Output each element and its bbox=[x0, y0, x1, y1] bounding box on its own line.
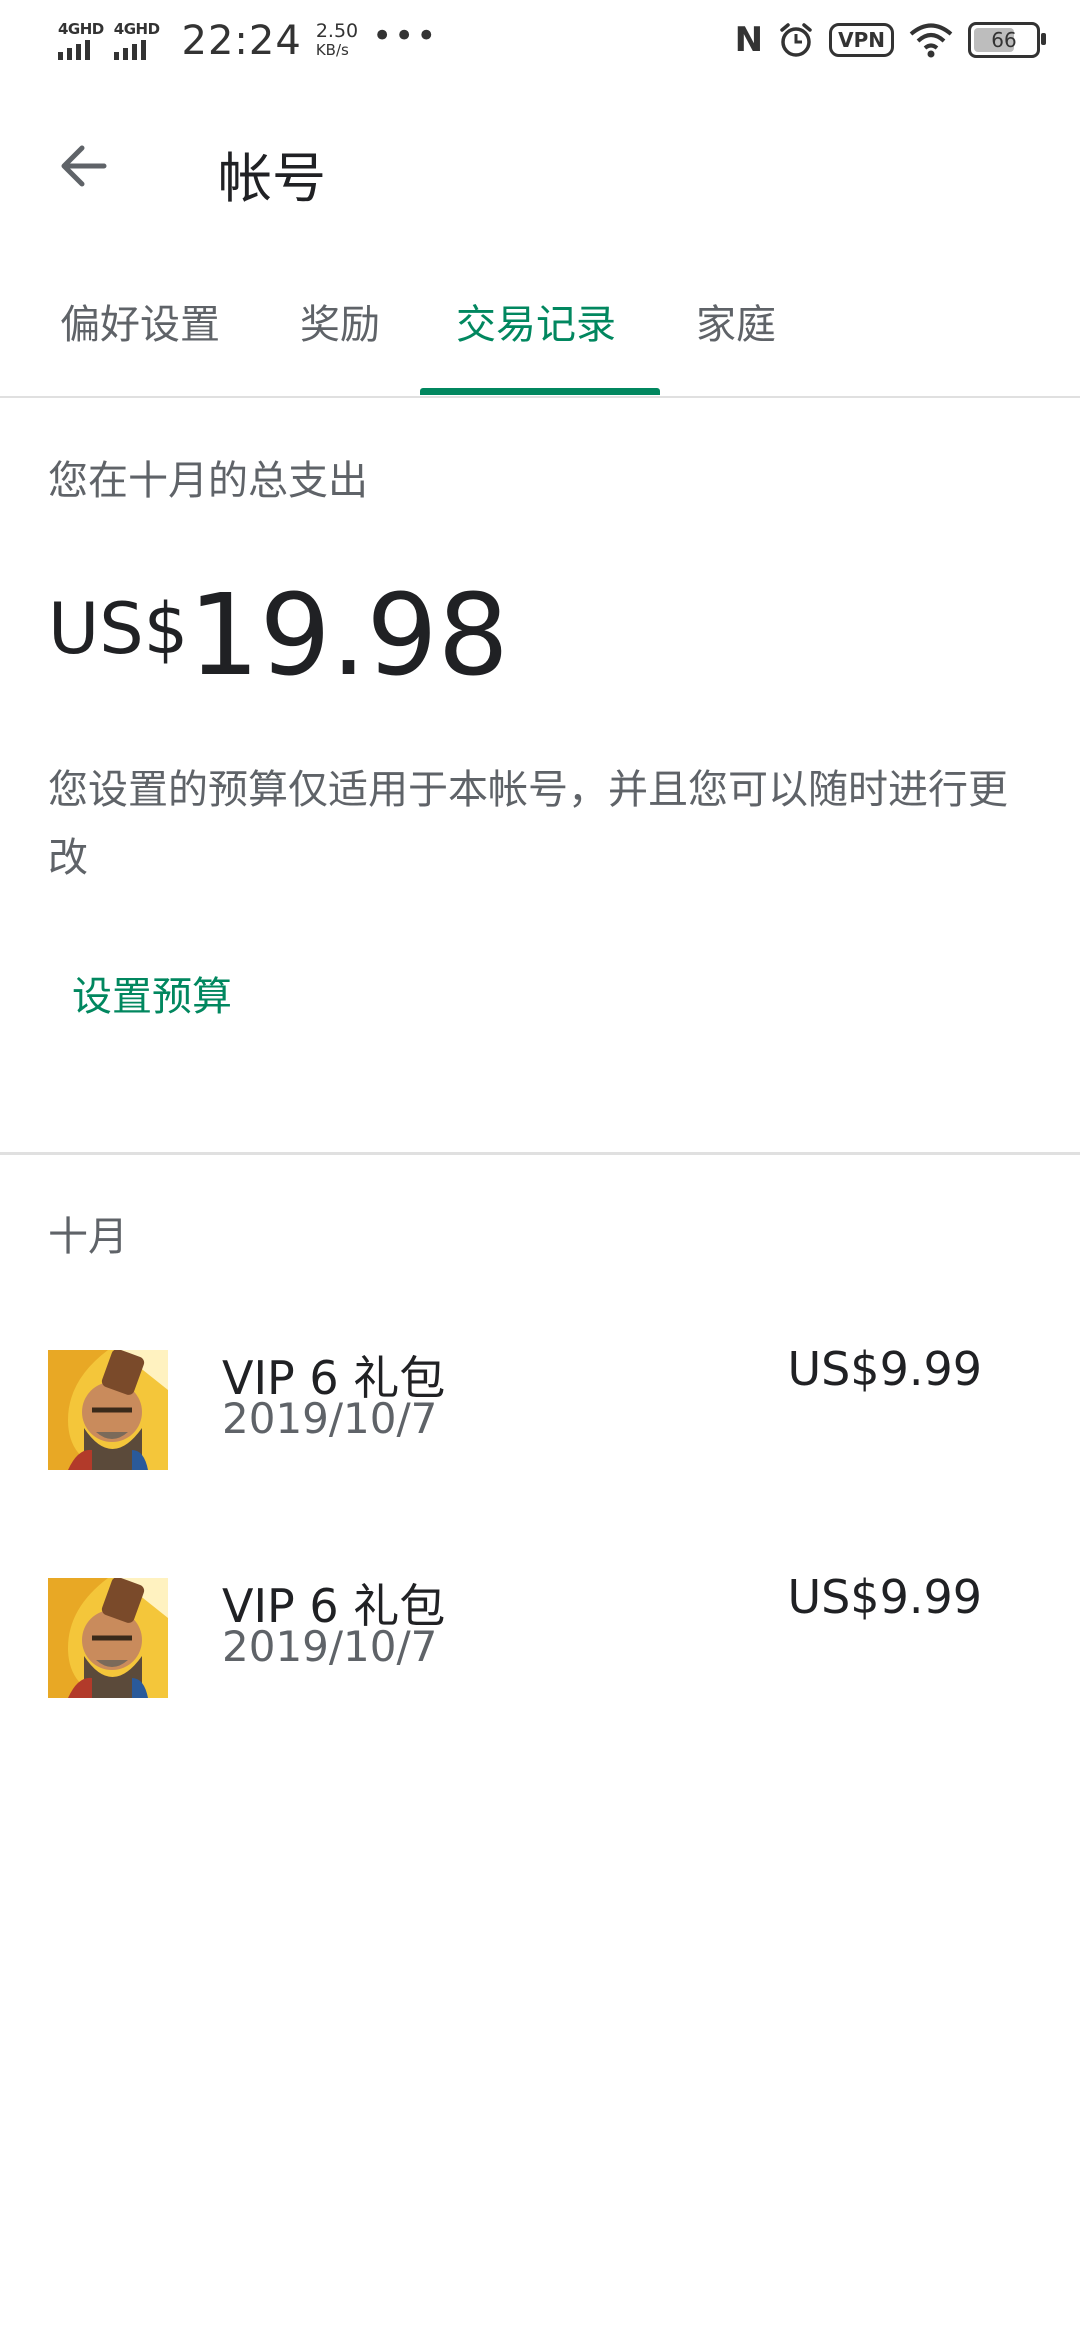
network-speed-value: 2.50 bbox=[315, 20, 359, 42]
vpn-icon: VPN bbox=[829, 23, 894, 57]
signal-label: 4GHD bbox=[58, 20, 104, 38]
alarm-icon bbox=[780, 23, 812, 57]
status-bar: 4GHD 4GHD 22:24 2.50 KB/s ••• N VPN 66 bbox=[0, 0, 1080, 84]
section-month-header: 十月 bbox=[48, 1214, 128, 1260]
tab-preferences[interactable]: 偏好设置 bbox=[60, 292, 220, 350]
status-time: 22:24 bbox=[181, 18, 302, 64]
arrow-left-icon[interactable] bbox=[52, 134, 116, 198]
budget-note: 您设置的预算仅适用于本帐号，并且您可以随时进行更改 bbox=[48, 767, 1008, 881]
app-bar: 帐号 bbox=[0, 84, 1080, 248]
currency-symbol: US$ bbox=[48, 588, 189, 670]
battery-icon: 66 bbox=[968, 22, 1046, 58]
tab-rewards[interactable]: 奖励 bbox=[300, 292, 380, 350]
signal-icon: 4GHD bbox=[58, 22, 104, 60]
page-title: 帐号 bbox=[218, 147, 326, 210]
transaction-date: 2019/10/7 bbox=[222, 1394, 438, 1443]
transaction-date: 2019/10/7 bbox=[222, 1622, 438, 1671]
battery-level: 66 bbox=[991, 28, 1017, 52]
spend-amount: 19.98 bbox=[188, 571, 509, 701]
active-tab-indicator bbox=[420, 388, 660, 395]
monthly-spend-total: US$ 19.98 bbox=[48, 580, 509, 692]
transaction-price: US$9.99 bbox=[787, 1570, 982, 1624]
more-notifications-icon: ••• bbox=[372, 16, 439, 56]
tab-family[interactable]: 家庭 bbox=[696, 292, 776, 350]
divider bbox=[0, 1152, 1080, 1155]
tab-bar: 偏好设置 奖励 交易记录 家庭 bbox=[0, 262, 1080, 398]
signal-icon: 4GHD bbox=[113, 20, 160, 60]
network-speed: 2.50 KB/s bbox=[316, 22, 358, 60]
signal-label: 4GHD bbox=[113, 20, 160, 38]
wifi-icon bbox=[909, 23, 953, 58]
transaction-price: US$9.99 bbox=[787, 1342, 982, 1396]
tab-order-history[interactable]: 交易记录 bbox=[456, 292, 616, 350]
set-budget-button[interactable]: 设置预算 bbox=[72, 964, 232, 1022]
nfc-icon: N bbox=[734, 20, 764, 60]
game-app-icon bbox=[48, 1350, 168, 1470]
network-speed-unit: KB/s bbox=[315, 41, 349, 59]
game-app-icon bbox=[48, 1578, 168, 1698]
monthly-spend-label: 您在十月的总支出 bbox=[48, 458, 368, 504]
transaction-row[interactable]: VIP 6 礼包 2019/10/7 US$9.99 bbox=[0, 1342, 1080, 1492]
transaction-row[interactable]: VIP 6 礼包 2019/10/7 US$9.99 bbox=[0, 1570, 1080, 1720]
